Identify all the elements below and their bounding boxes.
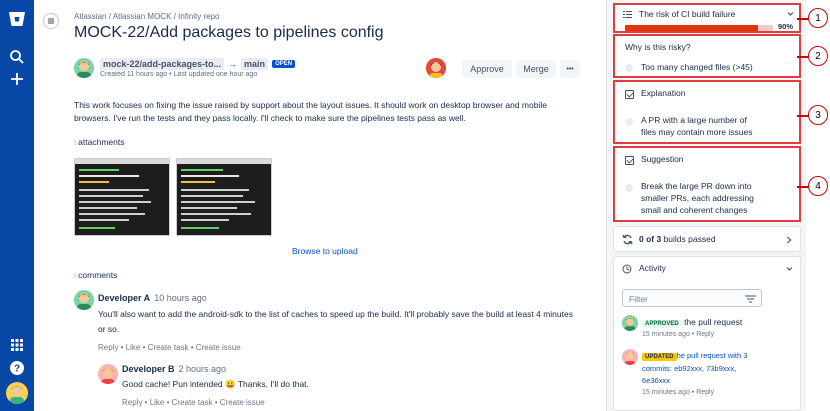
builds-card[interactable]: 0 of 3 builds passed — [613, 226, 801, 252]
suggestion-card[interactable]: Suggestion Break the large PR down into … — [613, 146, 801, 222]
breadcrumb-item[interactable]: Atlassian MOCK — [113, 12, 172, 21]
user-avatar[interactable] — [6, 382, 28, 404]
chevron-right-icon[interactable] — [786, 236, 792, 244]
activity-item: APPROVED the pull request — [642, 317, 742, 328]
right-sidebar: The risk of CI build failure 90% Why is … — [606, 0, 806, 411]
callout-marker: 3 — [808, 105, 828, 125]
breadcrumb-item[interactable]: Infinity repo — [178, 12, 219, 21]
risk-reason: Too many changed files (>45) — [641, 62, 753, 72]
activity-item[interactable]: UPDATED he pull request with 3 — [642, 351, 747, 361]
activity-card: Activity Filter APPROVED the pull reques… — [613, 256, 801, 411]
checkbox-icon — [625, 156, 634, 165]
chevron-down-icon[interactable] — [786, 266, 793, 272]
menu-icon — [48, 18, 54, 24]
author-avatar — [74, 58, 94, 78]
list-icon — [623, 11, 632, 18]
reviewer-avatar[interactable] — [426, 58, 446, 78]
branch-info: mock-22/add-packages-to... → main OPEN — [100, 58, 296, 70]
updated-badge: UPDATED — [642, 353, 677, 361]
comment-actions[interactable]: Reply • Like • Create task • Create issu… — [98, 343, 241, 352]
app-switcher-icon[interactable] — [8, 336, 26, 354]
activity-avatar — [622, 315, 638, 331]
builds-status: 0 of 3 builds passed — [639, 234, 716, 244]
activity-avatar — [622, 349, 638, 365]
create-plus-icon[interactable] — [8, 70, 26, 88]
source-branch[interactable]: mock-22/add-packages-to... — [100, 58, 225, 70]
explanation-line: files may contain more issues — [641, 127, 753, 137]
risk-progress-bar — [625, 25, 773, 31]
activity-commit-line[interactable]: 6e36xxx — [642, 376, 670, 385]
commenter-avatar — [74, 290, 94, 310]
comment-time: 10 hours ago — [154, 293, 207, 303]
sync-icon — [622, 234, 633, 245]
why-risky-card: Why is this risky? Too many changed file… — [613, 34, 801, 78]
activity-heading: Activity — [639, 263, 666, 273]
risk-title: The risk of CI build failure — [639, 9, 736, 19]
activity-filter-input[interactable]: Filter — [622, 289, 762, 307]
arrow-right-icon: → — [228, 59, 238, 69]
global-nav: ? — [0, 0, 34, 411]
help-icon[interactable]: ? — [8, 359, 26, 377]
pr-description: This work focuses on fixing the issue ra… — [74, 100, 547, 123]
explanation-card[interactable]: Explanation A PR with a large number of … — [613, 80, 801, 144]
comments-section-label: ⁝ comments — [74, 270, 118, 280]
risk-card[interactable]: The risk of CI build failure 90% — [613, 3, 801, 33]
breadcrumb-item[interactable]: Atlassian — [74, 12, 106, 21]
suggestion-line: small and coherent changes — [641, 205, 748, 215]
activity-time[interactable]: 15 minutes ago • Reply — [642, 331, 714, 338]
filter-icon[interactable] — [745, 295, 756, 303]
commenter-avatar — [98, 364, 118, 384]
sidebar-toggle-button[interactable] — [43, 13, 59, 29]
bullet-icon — [625, 64, 633, 72]
callout-marker: 2 — [808, 46, 828, 66]
browse-to-upload-link[interactable]: Browse to upload — [292, 246, 358, 256]
comment-time: 2 hours ago — [178, 364, 227, 374]
bullet-icon — [625, 118, 633, 126]
approve-button[interactable]: Approve — [462, 60, 512, 78]
merge-button[interactable]: Merge — [516, 60, 556, 78]
attachment-thumbnail[interactable] — [176, 158, 272, 236]
status-badge: OPEN — [272, 60, 296, 68]
bitbucket-logo-icon[interactable] — [8, 10, 26, 28]
clock-icon — [622, 264, 632, 274]
pr-meta: Created 11 hours ago • Last updated one … — [100, 71, 258, 78]
search-icon[interactable] — [8, 48, 26, 66]
comment-text: Good cache! Pun intended 😀 Thanks, I'll … — [122, 379, 309, 389]
suggestion-line: smaller PRs, each addressing — [641, 193, 754, 203]
why-risky-heading: Why is this risky? — [625, 42, 691, 52]
target-branch[interactable]: main — [241, 58, 269, 70]
more-actions-button[interactable]: ••• — [560, 60, 580, 78]
page-title: MOCK-22/Add packages to pipelines config — [74, 24, 384, 41]
breadcrumb: Atlassian / Atlassian MOCK / Infinity re… — [74, 12, 220, 21]
activity-time[interactable]: 15 minutes ago • Reply — [642, 389, 714, 396]
attachments-section-label: ⁝ attachments — [74, 137, 125, 147]
callout-marker: 1 — [808, 8, 828, 28]
activity-commit-line[interactable]: commits: eb92xxx, 73b9xxx, — [642, 364, 736, 373]
bullet-icon — [625, 184, 633, 192]
pull-request-main: Atlassian / Atlassian MOCK / Infinity re… — [74, 0, 604, 411]
approved-badge: APPROVED — [642, 320, 682, 328]
risk-percent: 90% — [778, 22, 794, 31]
explanation-heading: Explanation — [641, 88, 686, 98]
explanation-line: A PR with a large number of — [641, 115, 747, 125]
chevron-down-icon[interactable] — [787, 11, 794, 17]
suggestion-heading: Suggestion — [641, 154, 684, 164]
comment-text: You'll also want to add the android-sdk … — [98, 309, 573, 334]
suggestion-line: Break the large PR down into — [641, 181, 752, 191]
checkbox-icon — [625, 90, 634, 99]
comment-actions[interactable]: Reply • Like • Create task • Create issu… — [122, 398, 265, 407]
comment-author: Developer A 10 hours ago — [98, 293, 207, 303]
attachment-thumbnail[interactable] — [74, 158, 170, 236]
svg-text:?: ? — [14, 364, 20, 375]
comment-author: Developer B2 hours ago — [122, 364, 227, 374]
callout-marker: 4 — [808, 176, 828, 196]
